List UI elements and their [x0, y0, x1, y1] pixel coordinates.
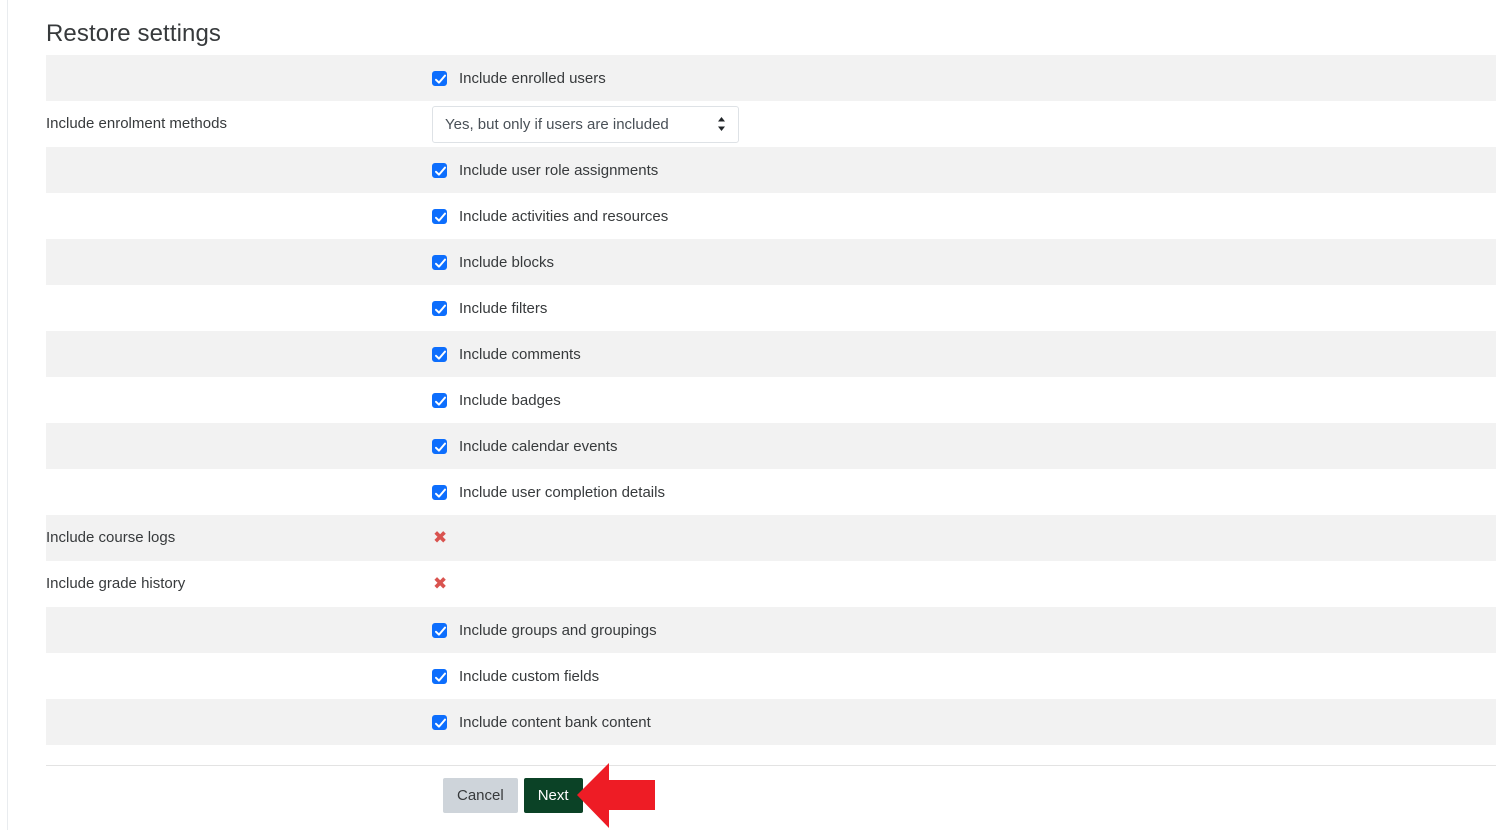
- checkbox-checked-icon[interactable]: [432, 300, 447, 316]
- row-stripe: [46, 699, 1496, 745]
- checkbox-checked-icon[interactable]: [432, 484, 447, 500]
- checkbox-checked-icon[interactable]: [432, 438, 447, 454]
- settings-row: Include enrolment methods Yes, but only i…: [0, 101, 1496, 147]
- page-title: Restore settings: [46, 20, 222, 47]
- checkbox-checked-icon[interactable]: [432, 162, 447, 178]
- form-actions: Cancel Next: [443, 778, 583, 813]
- setting-control: ✖: [433, 515, 447, 561]
- setting-control: Include activities and resources: [432, 193, 668, 239]
- checkbox-label: Include content bank content: [459, 713, 651, 731]
- setting-checkbox-group[interactable]: Include user role assignments: [432, 161, 659, 179]
- setting-control: Include blocks: [432, 239, 554, 285]
- setting-control: Include filters: [432, 285, 547, 331]
- row-stripe: [46, 515, 1496, 561]
- next-button[interactable]: Next: [523, 778, 583, 813]
- setting-checkbox-group[interactable]: Include user completion details: [432, 483, 665, 501]
- cancel-button[interactable]: Cancel: [443, 778, 518, 813]
- setting-checkbox-group[interactable]: Include filters: [432, 299, 548, 317]
- checkbox-checked-icon[interactable]: [432, 208, 447, 224]
- checkbox-checked-icon[interactable]: [432, 70, 447, 86]
- checkbox-label: Include user completion details: [459, 483, 665, 501]
- checkbox-checked-icon[interactable]: [432, 714, 447, 730]
- settings-row: Include blocks: [0, 239, 1496, 285]
- settings-row: Include course logs ✖: [0, 515, 1496, 561]
- setting-label: Include course logs: [46, 529, 176, 546]
- setting-checkbox-group[interactable]: Include comments: [432, 345, 581, 363]
- setting-checkbox-group[interactable]: Include calendar events: [432, 437, 618, 455]
- setting-control: Include user role assignments: [432, 147, 658, 193]
- setting-checkbox-group[interactable]: Include content bank content: [432, 713, 651, 731]
- row-stripe: [46, 607, 1496, 653]
- setting-label: Include enrolment methods: [46, 115, 227, 132]
- setting-label: Include grade history: [46, 575, 186, 592]
- settings-row: Include user role assignments: [0, 147, 1496, 193]
- settings-row: Include grade history ✖: [0, 561, 1496, 607]
- settings-row: Include activities and resources: [0, 193, 1496, 239]
- settings-row: Include content bank content: [0, 699, 1496, 745]
- checkbox-checked-icon[interactable]: [432, 668, 447, 684]
- checkbox-label: Include custom fields: [459, 667, 600, 685]
- settings-row: Include user completion details: [0, 469, 1496, 515]
- not-included-x-icon: ✖: [433, 573, 448, 594]
- checkbox-label: Include calendar events: [459, 437, 618, 455]
- row-stripe: [46, 331, 1496, 377]
- checkbox-checked-icon[interactable]: [432, 622, 447, 638]
- checkbox-label: Include comments: [459, 345, 581, 363]
- setting-checkbox-group[interactable]: Include badges: [432, 391, 561, 409]
- setting-control: Include content bank content: [432, 699, 651, 745]
- row-stripe: [46, 423, 1496, 469]
- setting-checkbox-group[interactable]: Include activities and resources: [432, 207, 669, 225]
- select-selected-value: Yes, but only if users are included: [445, 115, 669, 133]
- setting-control: Include user completion details: [432, 469, 665, 515]
- row-stripe: [46, 239, 1496, 285]
- settings-row: Include filters: [0, 285, 1496, 331]
- setting-checkbox-group[interactable]: Include custom fields: [432, 667, 600, 685]
- checkbox-checked-icon[interactable]: [432, 254, 447, 270]
- footer-divider: [46, 765, 1496, 766]
- row-stripe: [46, 147, 1496, 193]
- setting-control: Include enrolled users: [432, 55, 606, 101]
- checkbox-label: Include user role assignments: [459, 161, 659, 179]
- setting-control: Include groups and groupings: [432, 607, 657, 653]
- not-included-x-icon: ✖: [433, 527, 448, 548]
- setting-checkbox-group[interactable]: Include groups and groupings: [432, 621, 657, 639]
- setting-control: Include calendar events: [432, 423, 617, 469]
- settings-row: Include badges: [0, 377, 1496, 423]
- checkbox-label: Include filters: [459, 299, 548, 317]
- restore-settings-table: Include enrolled users Include enrolment …: [0, 55, 1496, 745]
- checkbox-label: Include activities and resources: [459, 207, 669, 225]
- setting-control: ✖: [433, 561, 447, 607]
- checkbox-checked-icon[interactable]: [432, 346, 447, 362]
- settings-row: Include groups and groupings: [0, 607, 1496, 653]
- settings-row: Include calendar events: [0, 423, 1496, 469]
- checkbox-label: Include badges: [459, 391, 561, 409]
- row-stripe: [46, 55, 1496, 101]
- checkbox-label: Include groups and groupings: [459, 621, 657, 639]
- checkbox-label: Include blocks: [459, 253, 555, 271]
- setting-control: Include comments: [432, 331, 581, 377]
- restore-settings-page: Restore settings Include enrolled users I…: [0, 0, 1496, 830]
- setting-checkbox-group[interactable]: Include blocks: [432, 253, 555, 271]
- setting-control: Include custom fields: [432, 653, 599, 699]
- enrolment-methods-select[interactable]: Yes, but only if users are included: [432, 105, 739, 143]
- settings-row: Include comments: [0, 331, 1496, 377]
- settings-row: Include custom fields: [0, 653, 1496, 699]
- checkbox-checked-icon[interactable]: [432, 392, 447, 408]
- setting-control: Include badges: [432, 377, 561, 423]
- setting-checkbox-group[interactable]: Include enrolled users: [432, 69, 606, 87]
- checkbox-label: Include enrolled users: [459, 69, 606, 87]
- setting-control: Yes, but only if users are included: [432, 101, 739, 147]
- select-updown-chevron-icon: [717, 117, 726, 132]
- red-arrow-annotation-icon: [575, 760, 657, 830]
- settings-row: Include enrolled users: [0, 55, 1496, 101]
